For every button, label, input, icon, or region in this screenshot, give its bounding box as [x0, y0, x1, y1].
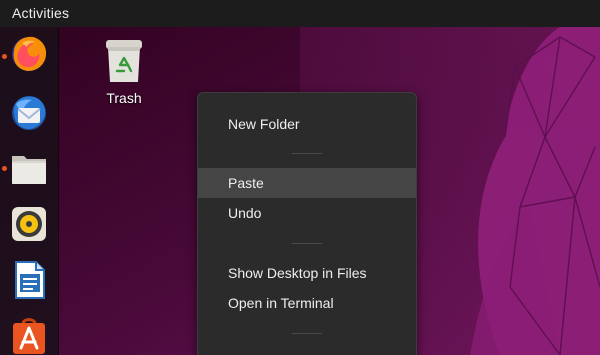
menu-separator — [292, 153, 322, 154]
dock-item-ubuntu-software[interactable] — [8, 314, 50, 355]
dock-item-files[interactable] — [8, 148, 50, 190]
menu-item-new-folder[interactable]: New Folder — [198, 109, 416, 139]
activities-button[interactable]: Activities — [12, 5, 69, 21]
menu-separator — [292, 243, 322, 244]
trash-icon — [106, 40, 142, 82]
desktop-icon-trash[interactable]: Trash — [100, 37, 148, 106]
menu-item-show-desktop-in-files[interactable]: Show Desktop in Files — [198, 258, 416, 288]
dock — [0, 27, 59, 355]
menu-item-open-in-terminal[interactable]: Open in Terminal — [198, 288, 416, 318]
dock-item-libreoffice-writer[interactable] — [8, 259, 50, 301]
menu-separator — [292, 333, 322, 334]
libreoffice-writer-icon — [15, 261, 45, 299]
menu-item-paste[interactable]: Paste — [198, 168, 416, 198]
running-indicator — [2, 54, 7, 59]
ubuntu-software-icon — [13, 318, 45, 354]
files-icon — [12, 156, 46, 184]
desktop-screen: Activities Trash New Folder Paste Undo S… — [0, 0, 600, 355]
dock-item-firefox[interactable] — [8, 33, 50, 75]
menu-item-undo[interactable]: Undo — [198, 198, 416, 228]
top-bar: Activities — [0, 0, 600, 27]
desktop-context-menu: New Folder Paste Undo Show Desktop in Fi… — [197, 92, 417, 355]
thunderbird-icon — [12, 96, 46, 130]
dock-item-rhythmbox[interactable] — [8, 203, 50, 245]
dock-item-thunderbird[interactable] — [8, 92, 50, 134]
rhythmbox-icon — [12, 207, 46, 241]
desktop-icon-label: Trash — [106, 90, 142, 106]
running-indicator — [2, 166, 7, 171]
firefox-icon — [12, 36, 47, 71]
